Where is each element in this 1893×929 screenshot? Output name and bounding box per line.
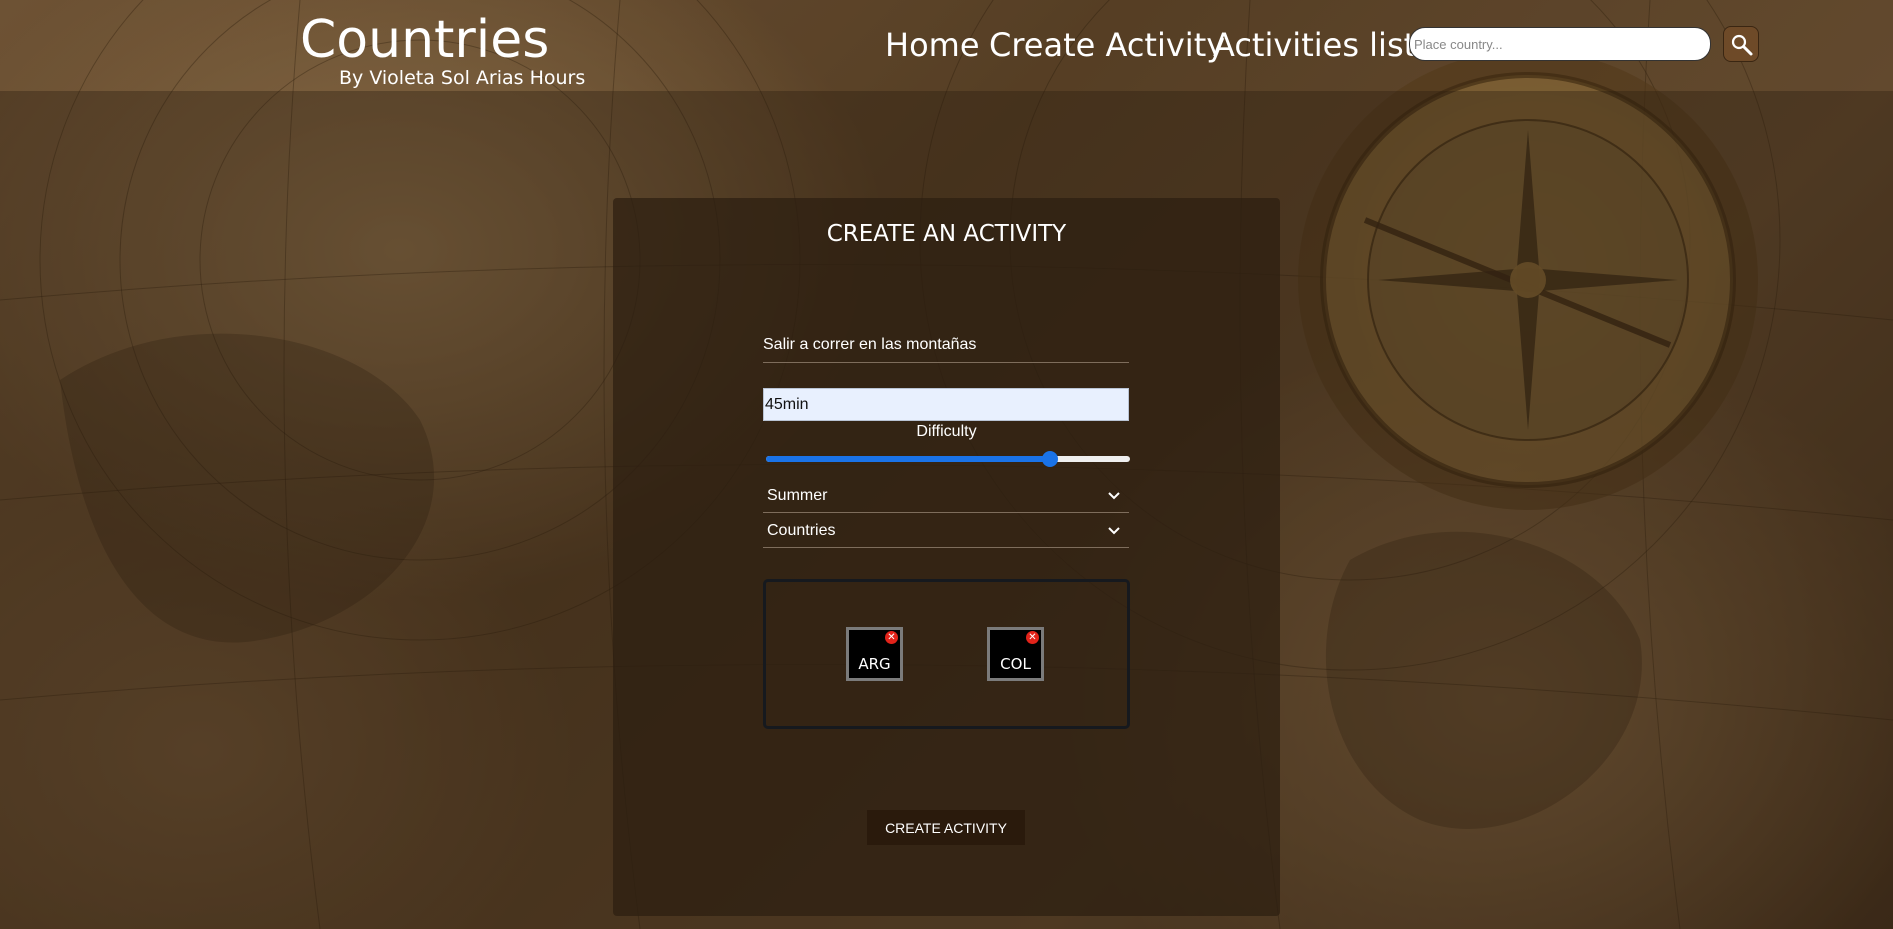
slider-fill [766,456,1050,462]
create-activity-button[interactable]: CREATE ACTIVITY [867,810,1025,845]
difficulty-label: Difficulty [916,423,977,440]
create-activity-card [613,198,1280,916]
search-icon [1731,34,1753,56]
season-selected-value: Summer [767,487,828,504]
form-title: CREATE AN ACTIVITY [826,221,1067,247]
country-chip-arg[interactable]: ✕ ARG [846,627,903,681]
close-icon[interactable]: ✕ [885,631,898,644]
chevron-down-icon [1108,527,1120,535]
chevron-down-icon [1108,492,1120,500]
season-select[interactable]: Summer [763,480,1129,513]
difficulty-slider[interactable] [766,451,1130,467]
slider-thumb[interactable] [1042,451,1058,467]
country-chip-col[interactable]: ✕ COL [987,627,1044,681]
search-country-input[interactable] [1409,27,1711,61]
countries-select-label: Countries [767,522,836,539]
site-subtitle: By Violeta Sol Arias Hours [339,67,586,89]
nav-home-link[interactable]: Home [885,26,980,64]
activity-name-input[interactable]: Salir a correr en las montañas [763,336,1129,363]
close-icon[interactable]: ✕ [1026,631,1039,644]
country-chip-label: COL [1000,655,1031,673]
search-button[interactable] [1723,26,1759,62]
country-chip-label: ARG [858,655,891,673]
site-title: Countries [300,10,550,70]
nav-create-activity-link[interactable]: Create Activity [989,26,1225,64]
countries-select[interactable]: Countries [763,515,1129,548]
nav-activities-list-link[interactable]: Activities list [1213,26,1416,64]
duration-input[interactable]: 45min [763,388,1129,421]
selected-countries-box [763,579,1130,729]
